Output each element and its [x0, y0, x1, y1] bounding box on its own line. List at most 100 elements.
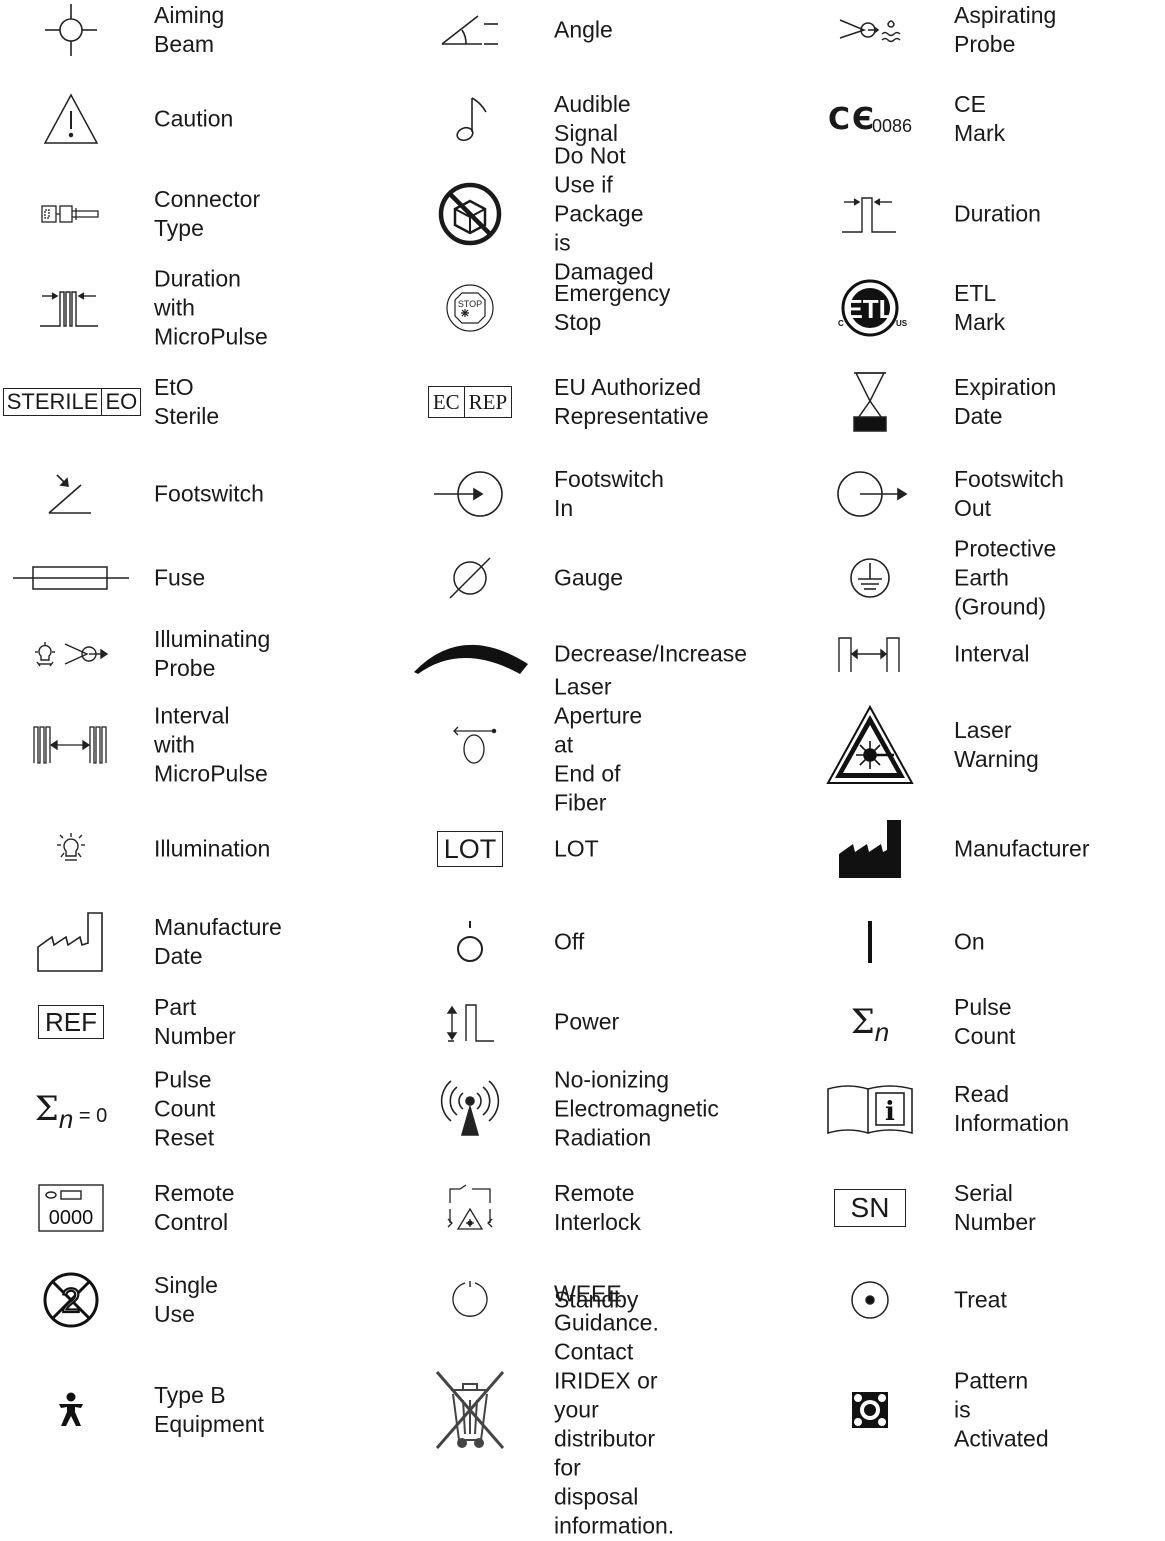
ec-rep-icon: EC REP — [400, 384, 540, 420]
symbol-label: Power — [554, 1008, 620, 1035]
symbol-label: Pulse Count — [954, 994, 1016, 1049]
caution-icon — [0, 85, 142, 153]
illuminating-probe-icon — [0, 634, 142, 674]
ec-text: EC — [429, 387, 465, 417]
n-text: n — [58, 1103, 74, 1134]
symbol-label: Remote Interlock — [554, 1180, 641, 1235]
remote-digits-text: 0000 — [49, 1207, 94, 1229]
protective-earth-icon — [800, 554, 940, 602]
remote-control-icon: 0000 — [0, 1182, 142, 1234]
symbol-label: Aspirating Probe — [954, 2, 1057, 57]
eq-zero-text: = 0 — [73, 1104, 108, 1127]
weee-icon — [400, 1368, 540, 1452]
etl-mark-icon: ETL C US — [800, 276, 940, 340]
remote-interlock-icon — [400, 1182, 540, 1234]
footswitch-in-icon — [400, 468, 540, 520]
symbol-label: Footswitch Out — [954, 466, 1064, 521]
footswitch-out-icon — [800, 468, 940, 520]
symbol-label: EtO Sterile — [154, 374, 220, 429]
duration-icon — [800, 188, 940, 240]
pattern-activated-icon — [800, 1388, 940, 1432]
lot-text: LOT — [436, 831, 504, 867]
non-ionizing-radiation-icon — [400, 1077, 540, 1141]
sigma-text: Σ — [34, 1089, 59, 1129]
symbol-label: Angle — [554, 16, 613, 43]
symbol-label: Pulse Count Reset — [154, 1066, 216, 1151]
emergency-stop-icon: STOP — [400, 282, 540, 334]
symbol-label: CE Mark — [954, 91, 1006, 146]
symbol-label: No-ionizing Electromagnetic Radiation — [554, 1066, 719, 1151]
symbol-label: Interval with MicroPulse — [154, 702, 268, 787]
interval-icon — [800, 632, 940, 676]
symbol-label: Part Number — [154, 994, 236, 1049]
footswitch-icon — [0, 468, 142, 520]
ce-number: 0086 — [871, 115, 913, 136]
treat-icon — [800, 1278, 940, 1322]
symbol-label: Type B Equipment — [154, 1382, 264, 1437]
standby-icon — [400, 1278, 540, 1322]
symbol-label: Duration with MicroPulse — [154, 265, 268, 350]
type-b-icon — [0, 1390, 142, 1430]
single-use-digit: 2 — [62, 1282, 81, 1320]
symbol-label: Protective Earth (Ground) — [954, 535, 1057, 620]
symbol-label: Gauge — [554, 564, 624, 591]
symbol-label: Do Not Use if Package is Damaged — [554, 142, 654, 285]
manufacturer-icon — [800, 817, 940, 881]
on-icon — [800, 918, 940, 966]
symbol-label: Footswitch In — [554, 466, 664, 521]
audible-signal-icon — [400, 89, 540, 149]
pulse-count-icon: Σn — [800, 998, 940, 1047]
symbol-label: Duration — [954, 200, 1041, 227]
svg-text:C: C — [838, 319, 844, 328]
symbol-label: Treat — [954, 1286, 1007, 1313]
laser-aperture-icon — [400, 721, 540, 769]
sn-icon: SN — [800, 1186, 940, 1230]
symbol-label: Remote Control — [154, 1180, 235, 1235]
pulse-count-reset-icon: Σn = 0 — [0, 1085, 142, 1134]
info-i-text: i — [885, 1097, 895, 1127]
symbol-label: Laser Aperture at End of Fiber — [554, 673, 643, 816]
rep-text: REP — [468, 390, 508, 414]
symbol-label: Fuse — [154, 564, 206, 591]
illumination-icon — [0, 829, 142, 869]
symbol-label: Manufacture Date — [154, 914, 282, 969]
stop-text: STOP — [458, 299, 482, 309]
symbol-label: Aiming Beam — [154, 2, 225, 57]
lot-icon: LOT — [400, 829, 540, 869]
symbol-label: Illumination — [154, 835, 271, 862]
symbol-label: Expiration Date — [954, 374, 1057, 429]
fuse-icon — [0, 562, 142, 594]
angle-icon — [400, 0, 540, 60]
eto-sterile-icon: STERILE EO — [2, 386, 142, 418]
hourglass-icon — [800, 370, 940, 434]
symbol-label: LOT — [554, 835, 599, 862]
n-text: n — [874, 1016, 890, 1047]
symbol-label: ETL Mark — [954, 280, 1006, 335]
svg-text:US: US — [896, 319, 908, 328]
do-not-use-if-damaged-icon — [400, 179, 540, 249]
duration-micropulse-icon — [0, 282, 142, 334]
symbol-label: WEEE Guidance. Contact IRIDEX or your di… — [554, 1280, 675, 1539]
symbol-label: Decrease/Increase — [554, 640, 748, 667]
ce-mark-icon: C Є 0086 — [827, 101, 913, 137]
symbol-label: Single Use — [154, 1272, 218, 1327]
symbol-label: Caution — [154, 105, 234, 132]
power-icon — [400, 998, 540, 1046]
symbol-label: Illuminating Probe — [154, 626, 271, 681]
symbol-label: Audible Signal — [554, 91, 631, 146]
symbol-label: Pattern is Activated — [954, 1367, 1049, 1452]
symbol-label: Serial Number — [954, 1180, 1036, 1235]
gauge-icon — [400, 554, 540, 602]
manufacture-date-icon — [0, 910, 142, 974]
aspirating-probe-icon — [800, 0, 940, 60]
sterile-text: STERILE — [4, 389, 103, 415]
eo-text: EO — [105, 389, 138, 414]
symbol-label: EU Authorized Representative — [554, 374, 709, 429]
sigma-text: Σ — [850, 1002, 875, 1042]
ref-icon: REF — [0, 1002, 142, 1042]
connector-type-icon — [0, 184, 142, 244]
symbol-label: Emergency Stop — [554, 280, 671, 335]
interval-micropulse-icon — [0, 721, 142, 769]
symbol-label: On — [954, 928, 985, 955]
aiming-beam-icon — [0, 0, 142, 60]
